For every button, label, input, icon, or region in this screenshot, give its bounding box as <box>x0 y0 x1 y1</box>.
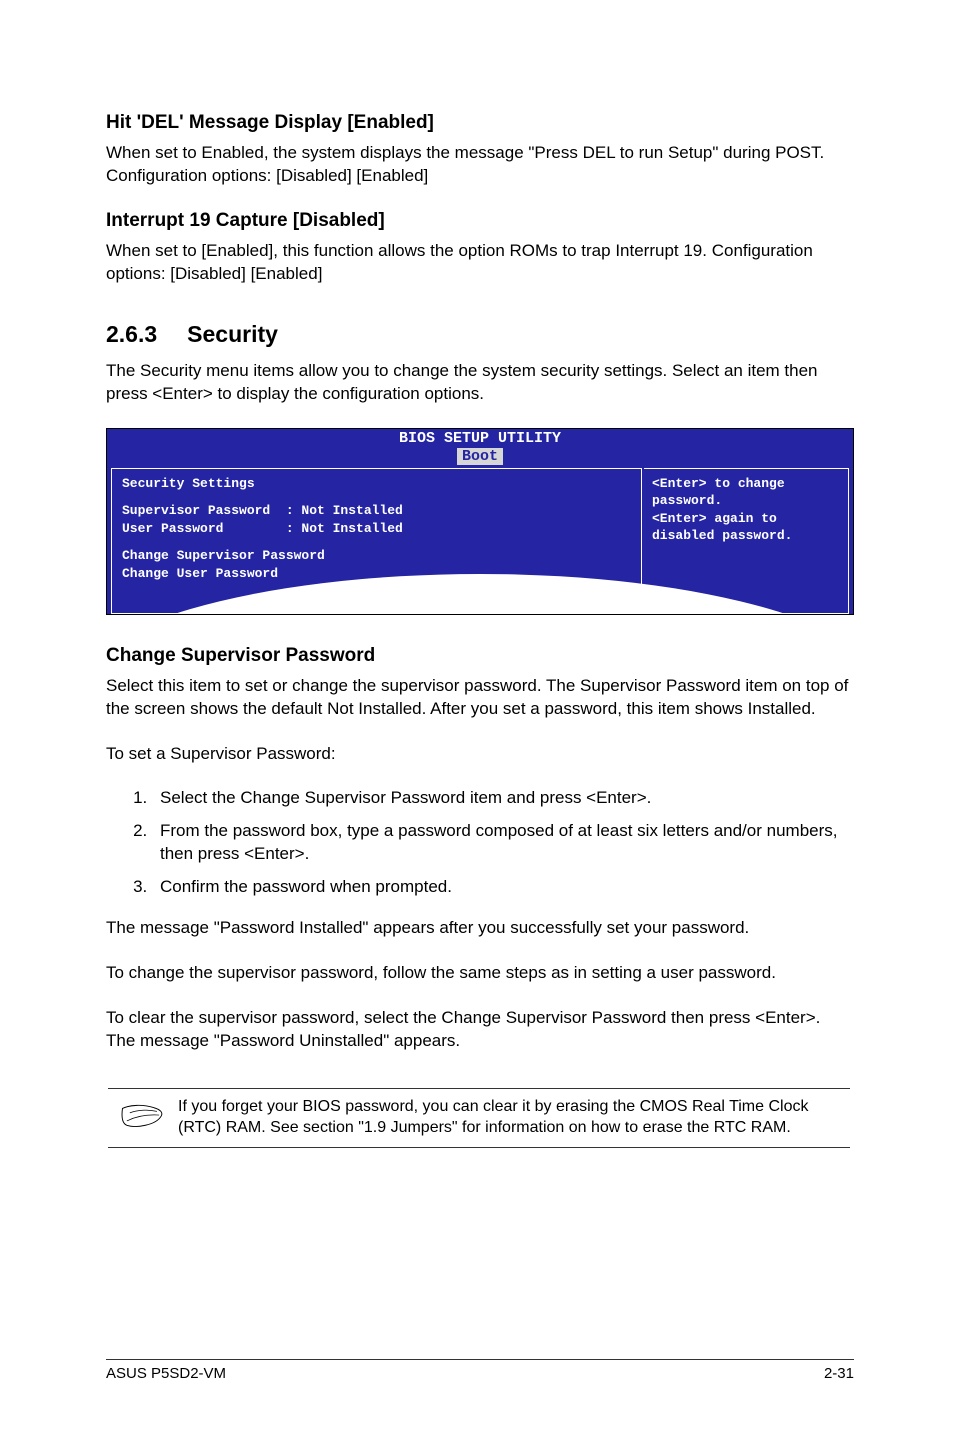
note-block: If you forget your BIOS password, you ca… <box>108 1088 850 1148</box>
heading-hit-del: Hit 'DEL' Message Display [Enabled] <box>106 112 854 134</box>
para-csp-2: To set a Supervisor Password: <box>106 743 854 766</box>
step-2: From the password box, type a password c… <box>152 820 854 866</box>
bios-row-supervisor: Supervisor Password : Not Installed <box>122 502 631 520</box>
heading-security: 2.6.3 Security <box>106 321 854 348</box>
heading-change-sup: Change Supervisor Password <box>106 645 854 667</box>
para-csp-3: The message "Password Installed" appears… <box>106 917 854 940</box>
note-hand-icon <box>108 1097 178 1139</box>
bios-row-change-sup: Change Supervisor Password <box>122 547 631 565</box>
para-csp-4: To change the supervisor password, follo… <box>106 962 854 985</box>
bios-help-2: password. <box>652 492 840 510</box>
footer-rule <box>106 1359 854 1360</box>
footer-right: 2-31 <box>824 1365 854 1382</box>
section-title: Security <box>187 321 278 347</box>
bios-help-3: <Enter> again to <box>652 510 840 528</box>
footer-left: ASUS P5SD2-VM <box>106 1365 226 1382</box>
para-security-intro: The Security menu items allow you to cha… <box>106 360 854 406</box>
step-3: Confirm the password when prompted. <box>152 876 854 899</box>
bios-left-heading: Security Settings <box>122 475 631 493</box>
bios-help-4: disabled password. <box>652 527 840 545</box>
bios-help-1: <Enter> to change <box>652 475 840 493</box>
note-text: If you forget your BIOS password, you ca… <box>178 1097 850 1139</box>
bios-tab-row: Boot <box>107 447 853 464</box>
bios-row-user: User Password : Not Installed <box>122 520 631 538</box>
para-csp-5: To clear the supervisor password, select… <box>106 1007 854 1053</box>
step-1: Select the Change Supervisor Password it… <box>152 787 854 810</box>
para-csp-1: Select this item to set or change the su… <box>106 675 854 721</box>
bios-title: BIOS SETUP UTILITY <box>107 429 853 447</box>
section-number: 2.6.3 <box>106 321 157 348</box>
footer-row: ASUS P5SD2-VM 2-31 <box>106 1365 854 1382</box>
steps-list: Select the Change Supervisor Password it… <box>106 787 854 899</box>
para-hit-del-1: When set to Enabled, the system displays… <box>106 142 854 165</box>
para-int19: When set to [Enabled], this function all… <box>106 240 854 286</box>
bios-active-tab: Boot <box>457 448 503 465</box>
para-hit-del-2: Configuration options: [Disabled] [Enabl… <box>106 165 854 188</box>
bios-screenshot: BIOS SETUP UTILITY Boot Security Setting… <box>106 428 854 615</box>
heading-int19: Interrupt 19 Capture [Disabled] <box>106 210 854 232</box>
